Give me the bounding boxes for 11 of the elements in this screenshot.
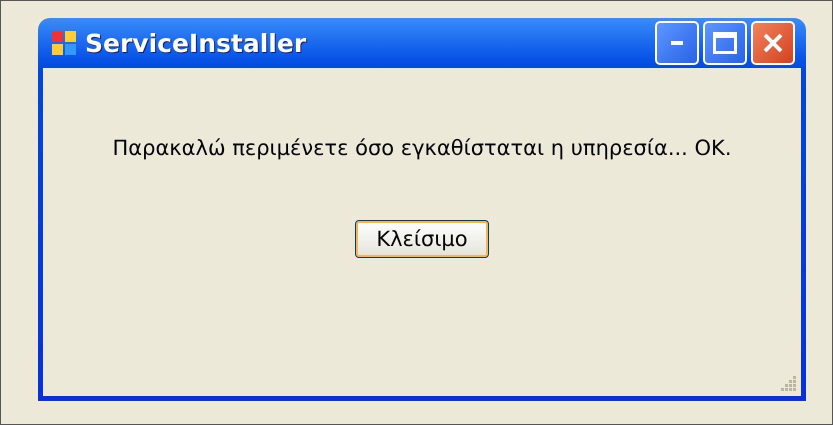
maximize-icon (713, 32, 737, 54)
window-title: ServiceInstaller (85, 28, 308, 58)
close-button[interactable] (751, 21, 795, 65)
minimize-icon (671, 41, 683, 45)
resize-grip-icon (781, 376, 797, 392)
close-dialog-button[interactable]: Κλείσιμο (355, 220, 489, 258)
close-icon (762, 32, 784, 54)
maximize-button[interactable] (703, 21, 747, 65)
minimize-button[interactable] (655, 21, 699, 65)
app-icon (51, 30, 77, 56)
status-message: Παρακαλώ περιμένετε όσο εγκαθίσταται η υπηρεσία... OK. (112, 136, 732, 160)
